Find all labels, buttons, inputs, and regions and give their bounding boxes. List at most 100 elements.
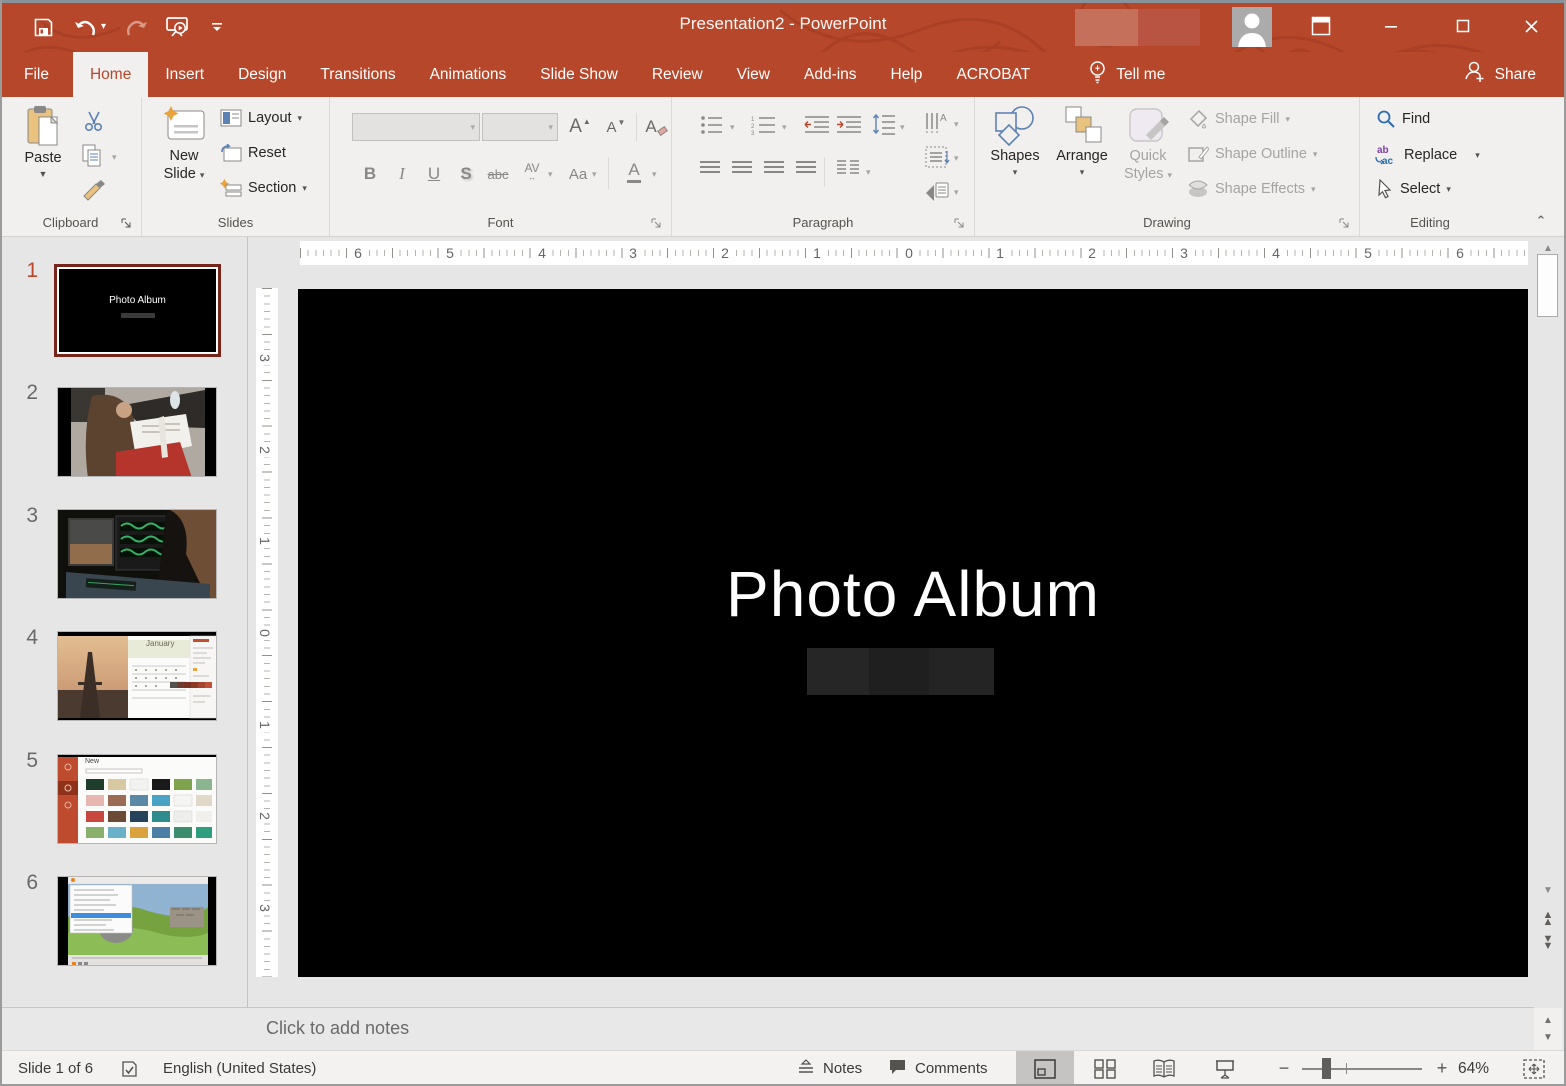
slide-thumbnail-4[interactable]: January	[57, 631, 217, 721]
font-size-combobox[interactable]: ▾	[482, 113, 558, 141]
tab-help[interactable]: Help	[874, 52, 940, 97]
spell-check-icon[interactable]	[120, 1051, 140, 1086]
paste-dropdown-caret[interactable]: ▼	[39, 169, 48, 179]
arrange-caret[interactable]: ▾	[1080, 167, 1085, 178]
next-slide-button[interactable]: ▼▼	[1536, 933, 1560, 953]
shapes-caret[interactable]: ▾	[1013, 167, 1018, 178]
slide-canvas[interactable]: Photo Album	[298, 289, 1528, 977]
align-text-button[interactable]	[924, 145, 950, 169]
slide-thumbnail-1[interactable]: Photo Album	[54, 264, 221, 357]
language-indicator[interactable]: English (United States)	[163, 1051, 316, 1086]
align-center-button[interactable]	[732, 161, 752, 175]
columns-button[interactable]	[836, 159, 860, 177]
italic-button[interactable]: I	[388, 159, 416, 189]
slide-title-text[interactable]: Photo Album	[298, 557, 1528, 631]
zoom-out-button[interactable]: −	[1272, 1051, 1296, 1086]
underline-button[interactable]: U	[420, 159, 448, 189]
reading-view-button[interactable]	[1135, 1051, 1193, 1086]
new-slide-caret[interactable]: ▾	[200, 170, 205, 180]
clipboard-dialog-launcher[interactable]	[121, 217, 133, 229]
find-button[interactable]: Find	[1376, 109, 1430, 129]
notes-toggle-button[interactable]: Notes	[797, 1051, 862, 1086]
tab-animations[interactable]: Animations	[413, 52, 524, 97]
start-from-beginning-button[interactable]	[164, 13, 190, 41]
decrease-indent-button[interactable]	[804, 115, 830, 135]
shapes-button[interactable]: Shapes ▾	[987, 105, 1043, 178]
tab-file[interactable]: File	[0, 52, 73, 97]
minimize-button[interactable]	[1368, 0, 1414, 52]
previous-slide-button[interactable]: ▲▲	[1536, 909, 1560, 929]
change-case-caret[interactable]: ▾	[592, 169, 597, 180]
slide-thumbnail-5[interactable]: New	[57, 754, 217, 844]
section-button[interactable]: Section▾	[220, 179, 307, 197]
justify-button[interactable]	[796, 161, 816, 175]
scrollbar-thumb[interactable]	[1537, 254, 1558, 317]
zoom-slider-track[interactable]	[1302, 1068, 1422, 1070]
character-spacing-button[interactable]: AV↔	[518, 157, 546, 187]
text-direction-caret[interactable]: ▾	[954, 119, 959, 130]
scroll-down-button[interactable]: ▼	[1536, 881, 1560, 899]
undo-button[interactable]: ▾	[70, 13, 110, 41]
ribbon-display-options-button[interactable]	[1298, 0, 1344, 52]
zoom-level[interactable]: 64%	[1458, 1051, 1489, 1086]
replace-button[interactable]: abac Replace ▾	[1374, 144, 1480, 166]
normal-view-button[interactable]	[1016, 1051, 1074, 1086]
align-left-button[interactable]	[700, 161, 720, 175]
bullets-caret[interactable]: ▾	[730, 122, 735, 133]
convert-smartart-caret[interactable]: ▾	[954, 187, 959, 198]
convert-smartart-button[interactable]	[924, 179, 950, 201]
tab-slide-show[interactable]: Slide Show	[523, 52, 635, 97]
align-text-caret[interactable]: ▾	[954, 153, 959, 164]
numbering-caret[interactable]: ▾	[782, 122, 787, 133]
text-direction-button[interactable]: A	[924, 111, 950, 135]
font-color-button[interactable]: A	[620, 157, 648, 187]
select-button[interactable]: Select▾	[1376, 179, 1451, 199]
increase-indent-button[interactable]	[836, 115, 862, 135]
slide-thumbnail-2[interactable]	[57, 387, 217, 477]
tab-insert[interactable]: Insert	[148, 52, 221, 97]
zoom-slider-thumb[interactable]	[1322, 1058, 1331, 1079]
notes-scroll-down-button[interactable]: ▼	[1543, 1032, 1553, 1043]
zoom-in-button[interactable]: +	[1430, 1051, 1454, 1086]
tab-home[interactable]: Home	[73, 52, 148, 97]
columns-caret[interactable]: ▾	[866, 167, 871, 178]
drawing-dialog-launcher[interactable]	[1339, 217, 1351, 229]
maximize-button[interactable]	[1440, 0, 1486, 52]
align-right-button[interactable]	[764, 161, 784, 175]
font-dialog-launcher[interactable]	[651, 217, 663, 229]
slide-thumbnail-3[interactable]	[57, 509, 217, 599]
user-avatar[interactable]	[1232, 7, 1272, 47]
change-case-button[interactable]: Aa	[564, 159, 592, 189]
notes-pane[interactable]: Click to add notes	[2, 1007, 1534, 1050]
shrink-font-button[interactable]: A▼	[602, 112, 630, 142]
paste-button[interactable]: Paste ▼	[16, 105, 70, 179]
new-slide-button[interactable]: New Slide ▾	[158, 105, 210, 183]
customize-qat-button[interactable]	[204, 13, 230, 41]
line-spacing-button[interactable]	[872, 113, 896, 136]
slide-sorter-view-button[interactable]	[1076, 1051, 1134, 1086]
bold-button[interactable]: B	[356, 159, 384, 189]
collapse-ribbon-button[interactable]: ⌃	[1530, 212, 1552, 230]
format-painter-button[interactable]	[80, 177, 108, 203]
paragraph-dialog-launcher[interactable]	[954, 217, 966, 229]
notes-placeholder[interactable]: Click to add notes	[266, 1018, 409, 1039]
undo-dropdown-caret[interactable]: ▾	[101, 22, 106, 32]
slide-show-view-button[interactable]	[1196, 1051, 1254, 1086]
character-spacing-caret[interactable]: ▾	[548, 169, 553, 180]
slide-thumbnail-6[interactable]	[57, 876, 217, 966]
strikethrough-button[interactable]: abc	[484, 159, 512, 189]
replace-caret[interactable]: ▾	[1475, 150, 1480, 161]
reset-button[interactable]: Reset	[220, 144, 286, 162]
slide-counter[interactable]: Slide 1 of 6	[18, 1051, 93, 1086]
notes-scroll-up-button[interactable]: ▲	[1543, 1015, 1553, 1026]
tab-add-ins[interactable]: Add-ins	[787, 52, 874, 97]
clear-formatting-button[interactable]: A	[642, 112, 670, 142]
bullets-button[interactable]	[700, 115, 724, 135]
layout-button[interactable]: Layout▾	[220, 109, 302, 127]
tab-transitions[interactable]: Transitions	[303, 52, 412, 97]
close-button[interactable]	[1508, 0, 1554, 52]
cut-button[interactable]	[82, 109, 106, 133]
font-color-caret[interactable]: ▾	[652, 169, 657, 180]
tell-me-box[interactable]: Tell me	[1089, 52, 1165, 97]
line-spacing-caret[interactable]: ▾	[900, 122, 905, 133]
